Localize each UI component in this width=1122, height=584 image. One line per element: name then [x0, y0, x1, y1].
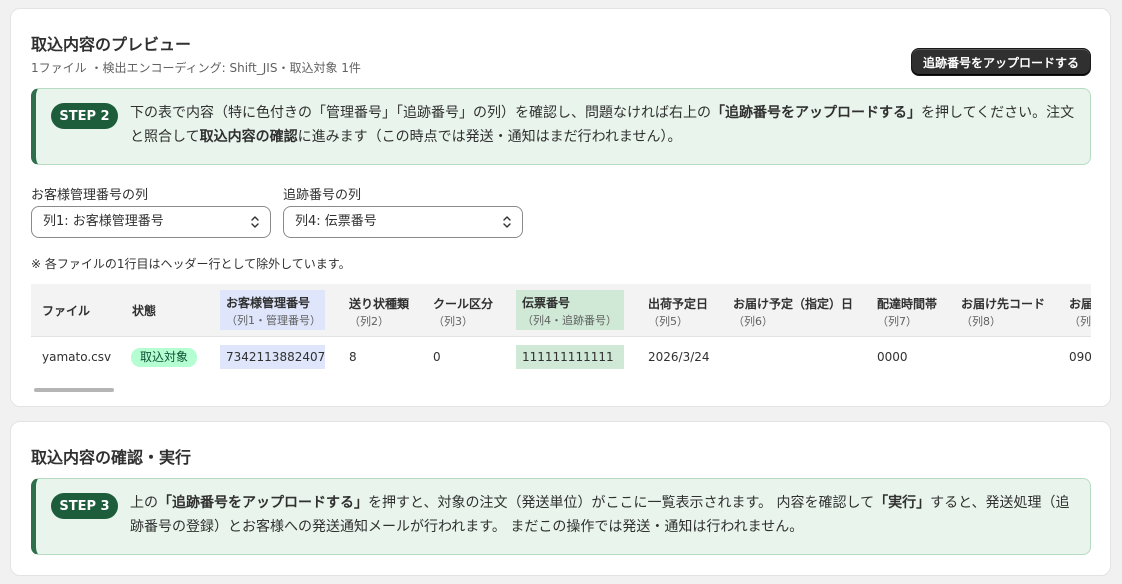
preview-table[interactable]: ファイル 状態 お客様管理番号 （列1・管理番号） 送り状種類 （列2） クール区分… — [31, 284, 1091, 394]
confirm-title: 取込内容の確認・実行 — [31, 448, 192, 467]
cell-time-slot: 0000 — [877, 350, 908, 364]
step-3-badge: STEP 3 — [51, 493, 118, 519]
status-badge: 取込対象 — [131, 348, 198, 367]
col-slip-type: 送り状種類 （列2） — [349, 297, 410, 328]
horizontal-scrollbar[interactable] — [34, 388, 114, 392]
step-2-text: 下の表で内容（特に色付きの「管理番号」「追跡番号」の列）を確認し、問題なければ右… — [130, 105, 1075, 145]
step-3-callout: STEP 3 上の「追跡番号をアップロードする」を押すと、対象の注文（発送単位）… — [31, 478, 1091, 555]
col-cool: クール区分 （列3） — [433, 297, 494, 328]
step-2-badge: STEP 2 — [51, 103, 118, 129]
step-3-text: 上の「追跡番号をアップロードする」を押すと、対象の注文（発送単位）がここに一覧表… — [130, 495, 1070, 535]
tracking-column-label: 追跡番号の列 — [283, 188, 362, 203]
confirm-card: 取込内容の確認・実行 STEP 3 上の「追跡番号をアップロードする」を押すと、… — [10, 421, 1111, 576]
customer-column-label: お客様管理番号の列 — [31, 188, 149, 203]
cell-cool: 0 — [433, 350, 441, 364]
col-customer-no: お客様管理番号 （列1・管理番号） — [220, 290, 325, 330]
preview-subtitle: 1ファイル ・検出エンコーディング: Shift_JIS・取込対象 1件 — [31, 61, 361, 75]
tracking-column-select[interactable]: 列4: 伝票番号 — [283, 206, 523, 238]
header-row-note: ※ 各ファイルの1行目はヘッダー行として除外しています。 — [31, 257, 351, 271]
select-chevron-icon — [251, 216, 259, 228]
cell-tracking-no: 111111111111 — [516, 345, 624, 369]
cell-ship-date: 2026/3/24 — [648, 350, 710, 364]
cell-slip-type: 8 — [349, 350, 357, 364]
col-status: 状態 — [132, 303, 157, 318]
preview-title: 取込内容のプレビュー — [31, 35, 192, 54]
table-divider — [31, 336, 1091, 337]
col-file: ファイル — [42, 303, 91, 318]
customer-column-value: 列1: お客様管理番号 — [43, 214, 164, 229]
cell-customer-no: 7342113882407 — [220, 345, 325, 369]
cell-extra: 090 — [1069, 350, 1091, 364]
col-dest-code: お届け先コード （列8） — [961, 297, 1046, 328]
col-time-slot: 配達時間帯 （列7） — [877, 297, 938, 328]
preview-card: 取込内容のプレビュー 1ファイル ・検出エンコーディング: Shift_JIS・… — [10, 8, 1111, 407]
col-ship-date: 出荷予定日 （列5） — [648, 297, 709, 328]
upload-tracking-button[interactable]: 追跡番号をアップロードする — [911, 48, 1091, 76]
select-chevron-icon — [503, 216, 511, 228]
col-tracking-no: 伝票番号 （列4・追跡番号） — [516, 290, 624, 330]
col-delivery-date: お届け予定（指定）日 （列6） — [733, 297, 854, 328]
step-2-callout: STEP 2 下の表で内容（特に色付きの「管理番号」「追跡番号」の列）を確認し、… — [31, 88, 1091, 165]
cell-file: yamato.csv — [42, 350, 112, 364]
customer-column-select[interactable]: 列1: お客様管理番号 — [31, 206, 271, 238]
col-extra: お届 （列 — [1069, 297, 1091, 328]
tracking-column-value: 列4: 伝票番号 — [295, 214, 377, 229]
